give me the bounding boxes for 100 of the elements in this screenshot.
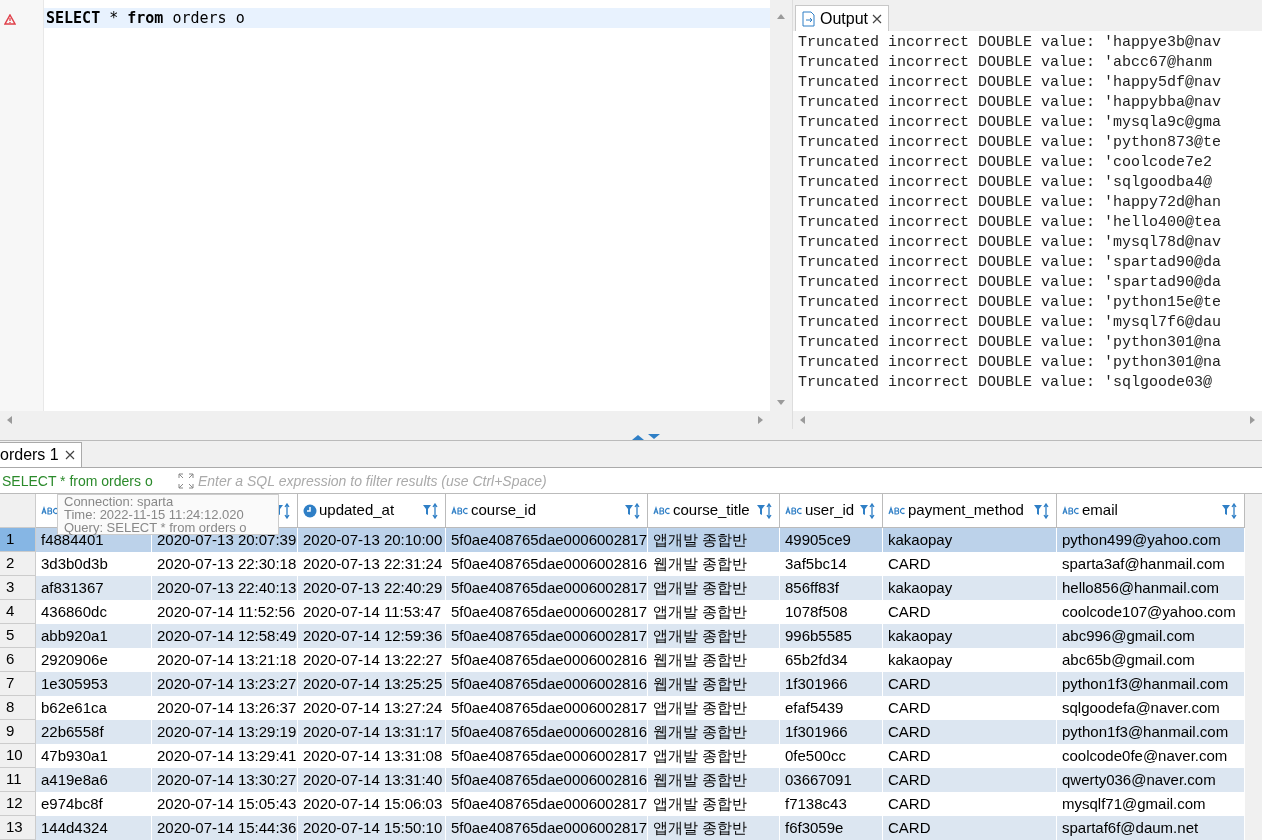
output-line: Truncated incorrect DOUBLE value: 'python301@na [798, 333, 1223, 353]
row-number[interactable]: 2 [0, 552, 36, 576]
table-cell: 2020-07-14 13:27:24 [298, 696, 446, 720]
filter-sort-icon[interactable] [1221, 502, 1239, 519]
table-cell: 2020-07-14 13:31:40 [298, 768, 446, 792]
table-cell: 앱개발 종합반 [648, 816, 780, 840]
filter-sort-icon[interactable] [859, 502, 877, 519]
table-cell: 2020-07-14 13:31:08 [298, 744, 446, 768]
close-icon[interactable] [64, 450, 75, 461]
table-cell: 앱개발 종합반 [648, 528, 780, 552]
table-cell: sparta3af@hanmail.com [1057, 552, 1245, 576]
table-cell: 2020-07-14 13:22:27 [298, 648, 446, 672]
output-line: Truncated incorrect DOUBLE value: 'abcc67@hanm [798, 53, 1214, 73]
table-cell: 5f0ae408765dae0006002817 [446, 744, 648, 768]
table-cell: 2020-07-14 12:59:36 [298, 624, 446, 648]
close-icon[interactable] [872, 13, 883, 24]
scroll-up-icon[interactable] [776, 12, 786, 22]
column-header[interactable]: course_id [446, 494, 648, 528]
table-corner [0, 494, 36, 528]
table-cell: 웹개발 종합반 [648, 552, 780, 576]
table-cell: 144d4324 [36, 816, 152, 840]
table-cell: kakaopay [883, 624, 1057, 648]
table-cell: 436860dc [36, 600, 152, 624]
column-header[interactable]: user_id [780, 494, 883, 528]
table-cell: CARD [883, 768, 1057, 792]
clock-icon [303, 503, 317, 518]
table-cell: 2020-07-14 13:26:37 [152, 696, 298, 720]
table-cell: 2020-07-14 13:29:41 [152, 744, 298, 768]
text-type-icon [41, 506, 59, 515]
output-line: Truncated incorrect DOUBLE value: 'mysql7f6@dau [798, 313, 1223, 333]
output-tab[interactable]: Output [795, 5, 890, 31]
vertical-scrollbar[interactable] [770, 0, 792, 430]
table-cell: 앱개발 종합반 [648, 624, 780, 648]
row-number[interactable]: 10 [0, 744, 36, 768]
table-cell: f6f3059e [780, 816, 883, 840]
table-cell: 앱개발 종합반 [648, 696, 780, 720]
filter-input[interactable]: Enter a SQL expression to filter results (use Ctrl+Space) [198, 468, 1262, 493]
table-cell: 5f0ae408765dae0006002816 [446, 720, 648, 744]
row-number[interactable]: 13 [0, 816, 36, 840]
row-number[interactable]: 6 [0, 648, 36, 672]
row-number[interactable]: 4 [0, 600, 36, 624]
column-header[interactable]: payment_method [883, 494, 1057, 528]
table-cell: CARD [883, 744, 1057, 768]
results-tab[interactable]: orders 1 [0, 442, 82, 468]
scroll-left-icon[interactable] [798, 415, 808, 426]
table-cell: 2020-07-14 15:50:10 [298, 816, 446, 840]
tooltip-line: Connection: sparta [64, 495, 174, 508]
table-cell: CARD [883, 600, 1057, 624]
table-cell: 2020-07-14 15:05:43 [152, 792, 298, 816]
output-line: Truncated incorrect DOUBLE value: 'mysql78d@nav [798, 233, 1223, 253]
table-cell: 웹개발 종합반 [648, 768, 780, 792]
output-line: Truncated incorrect DOUBLE value: 'happybba@nav [798, 93, 1223, 113]
filter-sort-icon[interactable] [756, 502, 774, 519]
table-cell: 47b930a1 [36, 744, 152, 768]
sql-editor[interactable]: SELECT* from orders o [0, 0, 770, 430]
row-number[interactable]: 1 [0, 528, 36, 552]
row-number[interactable]: 11 [0, 768, 36, 792]
table-cell: 2020-07-13 22:40:13 [152, 576, 298, 600]
table-cell: 2020-07-14 13:29:19 [152, 720, 298, 744]
table-cell: 49905ce9 [780, 528, 883, 552]
table-cell: abb920a1 [36, 624, 152, 648]
table-cell: b62e61ca [36, 696, 152, 720]
filter-sort-icon[interactable] [422, 502, 440, 519]
filter-sort-icon[interactable] [624, 502, 642, 519]
row-number[interactable]: 12 [0, 792, 36, 816]
column-header[interactable]: course_title [648, 494, 780, 528]
table-cell: 5f0ae408765dae0006002816 [446, 672, 648, 696]
filter-sort-icon[interactable] [1033, 502, 1051, 519]
table-cell: 2020-07-14 15:06:03 [298, 792, 446, 816]
scroll-right-icon[interactable] [755, 415, 765, 426]
table-cell: qwerty036@naver.com [1057, 768, 1245, 792]
table-cell: 앱개발 종합반 [648, 744, 780, 768]
column-header[interactable]: updated_at [298, 494, 446, 528]
table-cell: 2020-07-13 22:40:29 [298, 576, 446, 600]
row-number[interactable]: 3 [0, 576, 36, 600]
table-cell: 5f0ae408765dae0006002817 [446, 816, 648, 840]
row-number[interactable]: 9 [0, 720, 36, 744]
table-cell: coolcode107@yahoo.com [1057, 600, 1245, 624]
table-cell: efaf5439 [780, 696, 883, 720]
scroll-left-icon[interactable] [5, 415, 15, 426]
scroll-right-icon[interactable] [1247, 415, 1257, 426]
table-cell: mysqlf71@gmail.com [1057, 792, 1245, 816]
table-cell: kakaopay [883, 528, 1057, 552]
output-line: Truncated incorrect DOUBLE value: 'happy72d@han [798, 193, 1223, 213]
column-header[interactable]: email [1057, 494, 1245, 528]
table-cell: af831367 [36, 576, 152, 600]
table-cell: 1e305953 [36, 672, 152, 696]
horizontal-scrollbar[interactable] [793, 411, 1262, 430]
output-line: Truncated incorrect DOUBLE value: 'spartad90@da [798, 253, 1223, 273]
output-line: Truncated incorrect DOUBLE value: 'python873@te [798, 133, 1223, 153]
output-line: Truncated incorrect DOUBLE value: 'python301@na [798, 353, 1223, 373]
table-cell: kakaopay [883, 576, 1057, 600]
row-number[interactable]: 7 [0, 672, 36, 696]
row-number[interactable]: 8 [0, 696, 36, 720]
table-cell: 2020-07-14 12:58:49 [152, 624, 298, 648]
expand-icon[interactable] [178, 472, 194, 489]
row-number[interactable]: 5 [0, 624, 36, 648]
query-text: SELECT * from orders o [2, 472, 153, 489]
table-cell: 5f0ae408765dae0006002817 [446, 576, 648, 600]
output-line: Truncated incorrect DOUBLE value: 'hello400@tea [798, 213, 1223, 233]
